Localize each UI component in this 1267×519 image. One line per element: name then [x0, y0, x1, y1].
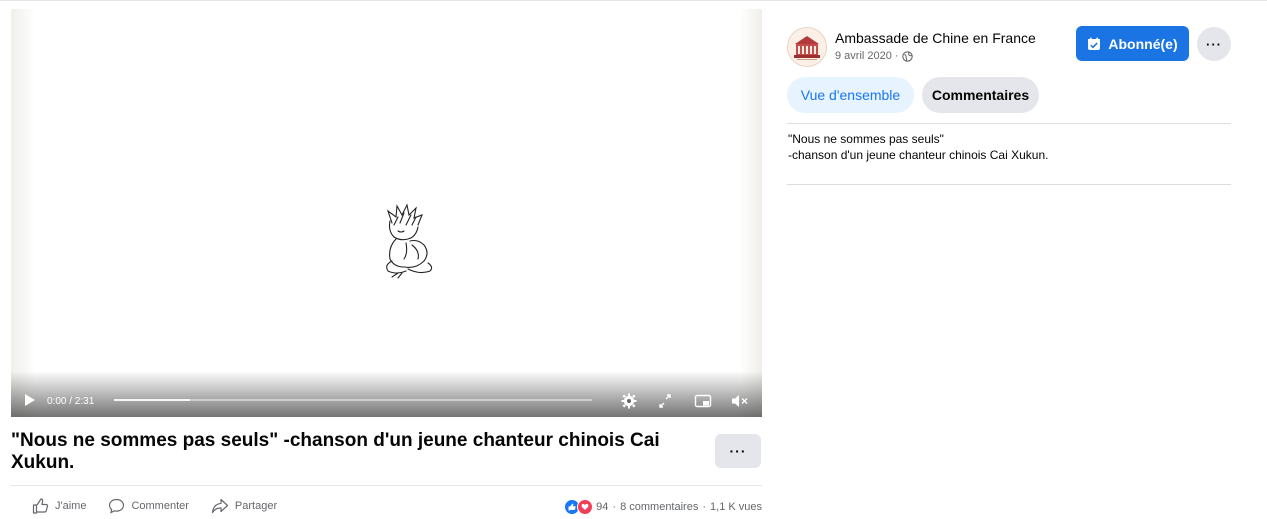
page-avatar[interactable] — [787, 27, 827, 67]
comment-count[interactable]: 8 commentaires — [620, 501, 698, 513]
picture-in-picture-icon[interactable] — [694, 393, 712, 409]
sketch-child-illustration — [386, 203, 433, 279]
page-name-link[interactable]: Ambassade de Chine en France — [835, 30, 1036, 46]
progress-buffer — [114, 399, 191, 401]
expand-icon[interactable] — [656, 393, 674, 409]
post-date-text[interactable]: 9 avril 2020 · — [835, 50, 899, 62]
description-line: "Nous ne sommes pas seuls" — [788, 132, 944, 146]
play-icon[interactable] — [25, 394, 35, 406]
video-title: "Nous ne sommes pas seuls" -chanson d'un… — [11, 430, 660, 473]
page-more-button[interactable]: ··· — [1197, 27, 1231, 61]
share-button[interactable]: Partager — [211, 498, 277, 514]
stats-separator: · — [612, 501, 617, 513]
comment-button[interactable]: Commenter — [108, 498, 189, 514]
post-stats: 94 · 8 commentaires · 1,1 K vues — [564, 499, 762, 515]
reaction-count[interactable]: 94 — [596, 501, 608, 513]
video-player[interactable]: 0:00 / 2:31 — [11, 9, 762, 417]
like-label: J'aime — [55, 500, 87, 512]
tab-comments[interactable]: Commentaires — [922, 77, 1039, 113]
progress-bar[interactable] — [114, 399, 592, 401]
like-button[interactable]: J'aime — [32, 498, 86, 514]
volume-muted-icon[interactable] — [730, 393, 748, 409]
post-date: 9 avril 2020 · — [835, 50, 913, 62]
thumbs-up-icon — [32, 498, 49, 514]
gear-icon[interactable] — [620, 393, 638, 409]
love-reaction-icon[interactable] — [577, 499, 594, 515]
speech-bubble-icon — [109, 498, 125, 514]
subscribed-label: Abonné(e) — [1108, 35, 1178, 52]
view-count: 1,1 K vues — [710, 501, 762, 513]
video-time: 0:00 / 2:31 — [47, 396, 95, 407]
post-actions: J'aime Commenter Partager — [32, 498, 299, 514]
post-description: "Nous ne sommes pas seuls" -chanson d'un… — [788, 131, 1048, 163]
divider — [11, 485, 762, 486]
stats-separator: · — [702, 501, 707, 513]
globe-icon — [901, 50, 913, 62]
divider — [787, 123, 1231, 124]
top-divider — [0, 0, 1267, 1]
subscribed-button[interactable]: Abonné(e) — [1076, 26, 1189, 61]
share-label: Partager — [234, 500, 278, 512]
comment-label: Commenter — [131, 500, 189, 512]
share-arrow-icon — [211, 498, 229, 514]
post-more-button[interactable]: ··· — [715, 434, 761, 468]
divider — [787, 184, 1231, 185]
tab-overview[interactable]: Vue d'ensemble — [787, 77, 914, 113]
video-controls: 0:00 / 2:31 — [11, 371, 762, 417]
check-calendar-icon — [1088, 37, 1101, 50]
video-edge-right — [740, 9, 762, 417]
description-line: -chanson d'un jeune chanteur chinois Cai… — [788, 148, 1049, 162]
video-edge-left — [11, 9, 35, 417]
